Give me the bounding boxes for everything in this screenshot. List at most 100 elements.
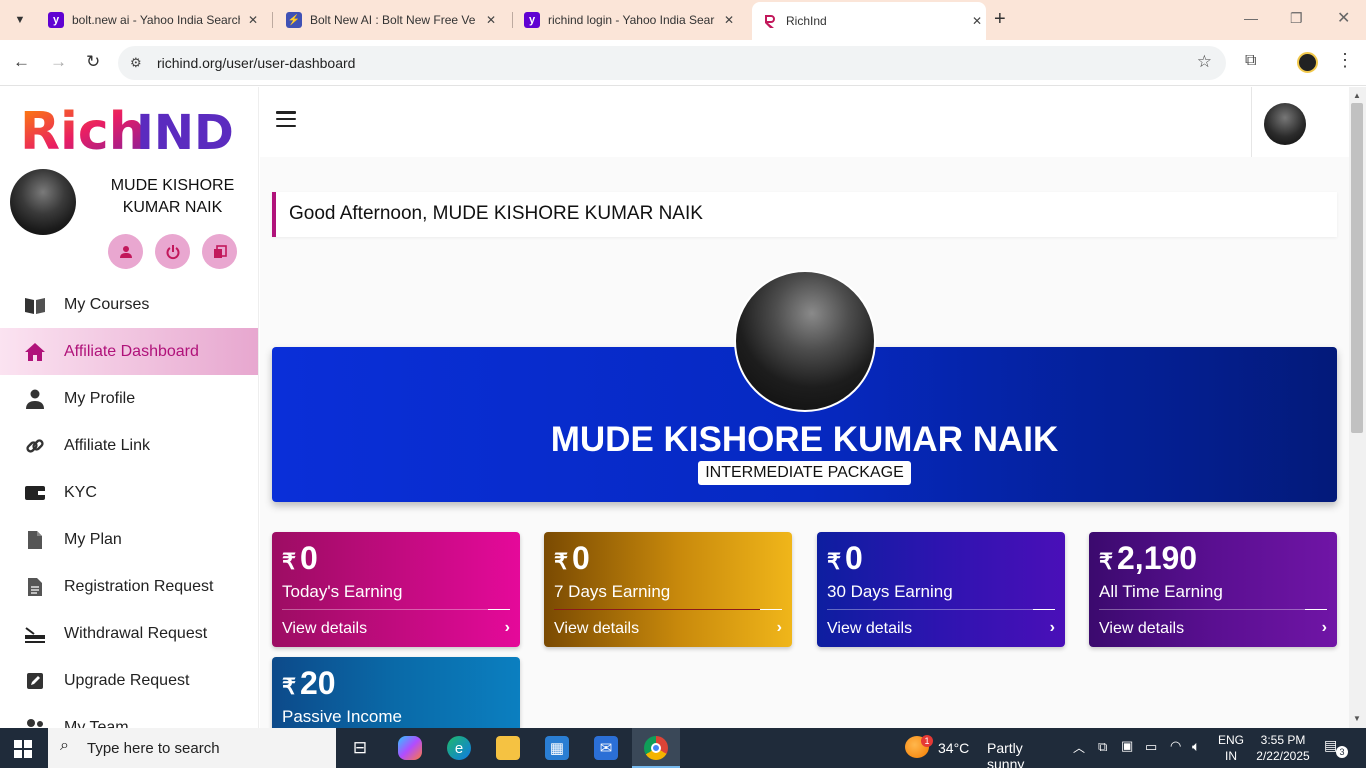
meet-now-icon[interactable]: ⧉ [1098,739,1107,779]
rupee-icon: ₹ [554,549,568,574]
url-text[interactable]: richind.org/user/user-dashboard [157,55,355,71]
earning-card-7-days[interactable]: ₹0 7 Days Earning View details › [544,532,792,647]
microsoft-store-icon[interactable]: ▦ [545,736,569,760]
sidebar-item-affiliate-dashboard[interactable]: Affiliate Dashboard [0,328,258,375]
header-divider [1251,87,1252,157]
clock[interactable]: 3:55 PM 2/22/2025 [1254,732,1312,772]
chevron-right-icon[interactable]: › [1050,619,1055,637]
tab-search-icon[interactable]: ▼ [8,8,32,32]
view-details-link[interactable]: View details [827,620,912,638]
notification-center-icon[interactable]: ▤ 3 [1324,737,1348,777]
earning-card-today[interactable]: ₹0 Today's Earning View details › [272,532,520,647]
user-name: MUDE KISHORE KUMAR NAIK [110,177,235,216]
browser-tab[interactable]: y bolt.new ai - Yahoo India Search ✕ [48,6,258,34]
view-details-link[interactable]: View details [554,620,639,638]
windows-start-icon[interactable] [14,740,32,758]
sidebar-item-label: Affiliate Link [64,436,150,454]
chevron-right-icon[interactable]: › [505,619,510,637]
battery-icon[interactable]: ▭ [1145,739,1157,779]
logout-quick-button[interactable] [155,234,190,269]
card-amount: ₹0 [554,540,590,576]
browser-tab[interactable]: ⚡ Bolt New AI : Bolt New Free Ve ✕ [286,6,496,34]
close-tab-icon[interactable]: ✕ [972,14,982,28]
sidebar-item-my-plan[interactable]: My Plan [0,516,258,563]
restore-icon[interactable]: ❐ [1290,10,1303,27]
mail-icon[interactable]: ✉ [594,736,618,760]
menu-kebab-icon[interactable]: ⋮ [1336,50,1354,71]
new-tab-icon[interactable]: + [994,9,1006,29]
forward-icon[interactable]: → [50,52,67,72]
header-avatar[interactable] [1264,103,1306,145]
minimize-icon[interactable]: — [1244,10,1258,26]
view-details-link[interactable]: View details [282,620,367,638]
browser-tab-active[interactable]: RichInd ✕ [752,2,986,40]
sidebar-item-kyc[interactable]: KYC [0,469,258,516]
card-divider [282,609,510,610]
scroll-down-icon[interactable]: ▼ [1353,714,1361,723]
close-tab-icon[interactable]: ✕ [486,13,496,27]
bookmark-star-icon[interactable]: ☆ [1197,52,1212,72]
weather-temperature: 34°C [938,740,970,756]
sidebar-item-upgrade-request[interactable]: Upgrade Request [0,657,258,704]
sidebar-item-label: Registration Request [64,577,214,595]
notification-count-badge: 3 [1336,746,1348,758]
page-scrollbar[interactable]: ▲ ▼ [1349,87,1366,728]
task-view-icon[interactable]: ⊟ [348,736,372,760]
close-tab-icon[interactable]: ✕ [248,13,258,27]
sidebar-item-withdrawal-request[interactable]: Withdrawal Request [0,610,258,657]
yahoo-icon: y [48,12,64,28]
language-code: ENG [1218,733,1245,747]
reload-icon[interactable]: ↻ [86,52,100,72]
sidebar-item-my-team[interactable]: My Team [0,704,258,729]
sidebar-item-registration-request[interactable]: Registration Request [0,563,258,610]
file-explorer-icon[interactable] [496,736,520,760]
language-indicator[interactable]: ENG IN [1218,732,1244,772]
earning-card-30-days[interactable]: ₹0 30 Days Earning View details › [817,532,1065,647]
weather-condition: Partly sunny [987,740,1025,772]
power-icon [166,244,179,259]
profile-avatar-icon[interactable] [1297,52,1318,73]
richind-logo[interactable]: Rich IND [20,95,240,162]
sidebar-item-label: Upgrade Request [64,671,190,689]
greeting-banner: Good Afternoon, MUDE KISHORE KUMAR NAIK [272,192,1337,237]
site-info-icon[interactable]: ⚙ [130,55,142,71]
close-tab-icon[interactable]: ✕ [724,13,734,27]
chrome-icon[interactable] [644,736,668,760]
weather-widget[interactable]: 1 34°C Partly sunny [905,728,1057,772]
browser-tab-strip: ▼ y bolt.new ai - Yahoo India Search ✕ ⚡… [0,0,1366,40]
scrollbar-thumb[interactable] [1351,103,1363,433]
profile-quick-button[interactable] [108,234,143,269]
taskbar-search[interactable]: ⌕ Type here to search [48,728,336,768]
chevron-right-icon[interactable]: › [777,619,782,637]
sidebar-item-my-profile[interactable]: My Profile [0,375,258,422]
security-icon[interactable]: ▣ [1121,738,1133,778]
extensions-icon[interactable]: ⧉ [1245,52,1256,70]
volume-icon[interactable]: 🔈︎ [1192,738,1200,778]
sidebar-item-my-courses[interactable]: My Courses [0,281,258,328]
browser-tab[interactable]: y richind login - Yahoo India Sear ✕ [524,6,734,34]
clock-date: 2/22/2025 [1256,749,1310,763]
file-icon [23,530,47,550]
scroll-up-icon[interactable]: ▲ [1353,91,1361,100]
card-divider [554,609,782,610]
show-hidden-icons-icon[interactable]: ︿ [1073,739,1085,779]
tab-divider [512,12,513,28]
team-icon [23,718,47,729]
view-details-link[interactable]: View details [1099,620,1184,638]
back-icon[interactable]: ← [13,52,30,72]
address-bar[interactable]: ⚙ richind.org/user/user-dashboard ☆ [118,46,1226,80]
earning-card-all-time[interactable]: ₹2,190 All Time Earning View details › [1089,532,1337,647]
edge-icon[interactable]: e [447,736,471,760]
close-window-icon[interactable]: ✕ [1337,8,1350,28]
sidebar-item-affiliate-link[interactable]: Affiliate Link [0,422,258,469]
sidebar-item-label: My Profile [64,389,136,407]
wifi-icon[interactable]: ◠ [1170,738,1181,778]
home-icon [23,342,47,362]
copilot-icon[interactable] [398,736,422,760]
user-avatar [10,169,76,235]
copy-quick-button[interactable] [202,234,237,269]
earning-card-passive-income[interactable]: ₹20 Passive Income [272,657,520,728]
hamburger-menu-icon[interactable] [276,111,296,127]
card-amount: ₹0 [282,540,318,576]
chevron-right-icon[interactable]: › [1322,619,1327,637]
